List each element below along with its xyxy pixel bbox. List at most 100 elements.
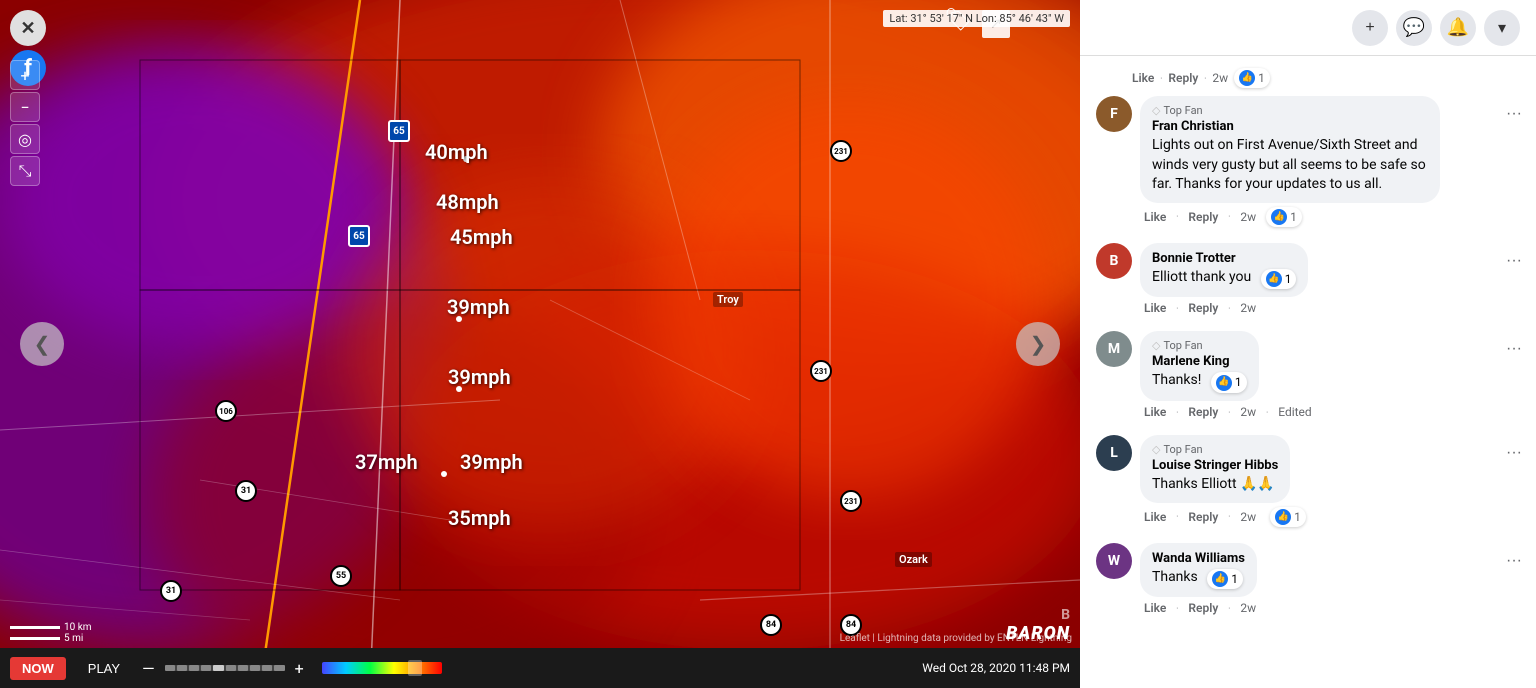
like-icon-top: 👍: [1239, 70, 1255, 86]
like-count-fran: 1: [1290, 210, 1297, 224]
facebook-panel: + 💬 🔔 ▾ Like · Reply · 2w 👍 1 F: [1080, 0, 1536, 688]
comment-text-bonnie: Elliott thank you 👍 1: [1152, 268, 1296, 290]
map-nav-left-button[interactable]: ❮: [20, 322, 64, 366]
comment-actions-bonnie: Like · Reply · 2w: [1144, 301, 1520, 315]
reply-action-wanda[interactable]: Reply: [1188, 601, 1218, 615]
close-button[interactable]: ✕: [10, 10, 46, 46]
avatar-louise: L: [1096, 435, 1132, 471]
comment-body-wanda: Wanda Williams Thanks 👍 1 Like · Reply ·…: [1140, 543, 1520, 616]
play-button[interactable]: PLAY: [76, 657, 132, 680]
avatar-wanda: W: [1096, 543, 1132, 579]
comment-body-fran: ◇ Top Fan Fran Christian Lights out on F…: [1140, 96, 1520, 227]
top-fan-label-marlene: Top Fan: [1163, 339, 1202, 352]
like-count-top: 1: [1258, 71, 1265, 85]
diamond-icon-louise: ◇: [1152, 443, 1160, 456]
messenger-button[interactable]: 💬: [1396, 10, 1432, 46]
commenter-name-marlene[interactable]: Marlene King: [1152, 354, 1247, 369]
like-icon-wanda-inline: 👍: [1212, 571, 1228, 587]
fullscreen-button[interactable]: ⤡: [10, 156, 40, 186]
map-timestamp: Wed Oct 28, 2020 11:48 PM: [922, 661, 1070, 675]
comment-actions-louise: Like · Reply · 2w 👍 1: [1144, 507, 1520, 527]
now-button[interactable]: NOW: [10, 657, 66, 680]
playback-minus-button[interactable]: —: [142, 659, 155, 678]
commenter-name-fran[interactable]: Fran Christian: [1152, 119, 1428, 134]
time-fran: 2w: [1240, 210, 1256, 224]
top-fan-label-fran: Top Fan: [1163, 104, 1202, 117]
like-action-marlene[interactable]: Like: [1144, 405, 1166, 419]
notifications-button[interactable]: 🔔: [1440, 10, 1476, 46]
color-scale-bar: [322, 662, 442, 674]
comment-text-fran: Lights out on First Avenue/Sixth Street …: [1152, 136, 1428, 195]
like-icon-louise: 👍: [1275, 509, 1291, 525]
like-icon-marlene-inline: 👍: [1216, 375, 1232, 391]
commenter-name-bonnie[interactable]: Bonnie Trotter: [1152, 251, 1296, 266]
reply-action-bonnie[interactable]: Reply: [1188, 301, 1218, 315]
top-fan-badge-fran: ◇ Top Fan: [1152, 104, 1428, 117]
zoom-out-button[interactable]: −: [10, 92, 40, 122]
inline-like-wanda: 👍 1: [1207, 569, 1243, 590]
map-coordinates: Lat: 31° 53' 17" N Lon: 85° 46' 43" W: [883, 10, 1070, 27]
inline-like-bonnie: 👍 1: [1261, 269, 1297, 290]
more-button-fran[interactable]: ···: [1500, 100, 1528, 128]
reply-action-marlene[interactable]: Reply: [1188, 405, 1218, 419]
like-bubble-louise: 👍 1: [1270, 507, 1306, 527]
playback-bar[interactable]: [165, 665, 285, 671]
comment-text-marlene: Thanks! 👍 1: [1152, 371, 1247, 393]
add-button[interactable]: +: [1352, 10, 1388, 46]
reply-action-louise[interactable]: Reply: [1188, 510, 1218, 524]
comment-body-bonnie: Bonnie Trotter Elliott thank you 👍 1 Lik…: [1140, 243, 1520, 316]
comment-bubble-bonnie: Bonnie Trotter Elliott thank you 👍 1: [1140, 243, 1308, 298]
time-bonnie: 2w: [1240, 301, 1256, 315]
comment-bubble-fran: ◇ Top Fan Fran Christian Lights out on F…: [1140, 96, 1440, 203]
zoom-in-button[interactable]: +: [10, 60, 40, 90]
comment-bonnie: B Bonnie Trotter Elliott thank you 👍 1 L…: [1080, 235, 1536, 324]
time-marlene: 2w: [1240, 405, 1256, 419]
diamond-icon-fran: ◇: [1152, 104, 1160, 117]
like-bubble-fran: 👍 1: [1266, 207, 1302, 227]
diamond-icon-marlene: ◇: [1152, 339, 1160, 352]
comment-wanda: W Wanda Williams Thanks 👍 1 Like · Reply: [1080, 535, 1536, 624]
map-scale: 10 km 5 mi: [10, 622, 92, 644]
account-menu-button[interactable]: ▾: [1484, 10, 1520, 46]
plus-icon: +: [1365, 19, 1374, 37]
top-fan-badge-marlene: ◇ Top Fan: [1152, 339, 1247, 352]
fb-topbar: + 💬 🔔 ▾: [1080, 0, 1536, 56]
messenger-icon: 💬: [1403, 17, 1425, 38]
time-top: 2w: [1212, 71, 1228, 85]
reply-action-top[interactable]: Reply: [1168, 71, 1198, 85]
commenter-name-louise[interactable]: Louise Stringer Hibbs: [1152, 458, 1278, 473]
comment-louise: L ◇ Top Fan Louise Stringer Hibbs Thanks…: [1080, 427, 1536, 535]
edited-label-marlene: Edited: [1278, 405, 1311, 419]
comment-body-louise: ◇ Top Fan Louise Stringer Hibbs Thanks E…: [1140, 435, 1520, 527]
time-wanda: 2w: [1240, 601, 1256, 615]
comment-bubble-marlene: ◇ Top Fan Marlene King Thanks! 👍 1: [1140, 331, 1259, 401]
comment-marlene: M ◇ Top Fan Marlene King Thanks! 👍 1: [1080, 323, 1536, 427]
map-nav-right-button[interactable]: ❯: [1016, 322, 1060, 366]
playback-plus-button[interactable]: +: [295, 659, 304, 678]
location-button[interactable]: ◎: [10, 124, 40, 154]
comment-actions-marlene: Like · Reply · 2w · Edited: [1144, 405, 1520, 419]
comment-actions-wanda: Like · Reply · 2w: [1144, 601, 1520, 615]
more-button-wanda[interactable]: ···: [1500, 547, 1528, 575]
caret-down-icon: ▾: [1498, 18, 1506, 38]
comment-actions-fran: Like · Reply · 2w 👍 1: [1144, 207, 1520, 227]
comment-bubble-wanda: Wanda Williams Thanks 👍 1: [1140, 543, 1257, 598]
more-button-louise[interactable]: ···: [1500, 439, 1528, 467]
top-fan-badge-louise: ◇ Top Fan: [1152, 443, 1278, 456]
map-zoom-controls: + − ◎ ⤡: [10, 60, 40, 186]
like-action-top[interactable]: Like: [1132, 71, 1154, 85]
comment-text-wanda: Thanks 👍 1: [1152, 568, 1245, 590]
commenter-name-wanda[interactable]: Wanda Williams: [1152, 551, 1245, 566]
avatar-marlene: M: [1096, 331, 1132, 367]
like-action-bonnie[interactable]: Like: [1144, 301, 1166, 315]
avatar-fran: F: [1096, 96, 1132, 132]
comments-feed: Like · Reply · 2w 👍 1 F ◇ Top Fan Fran C…: [1080, 56, 1536, 688]
like-action-wanda[interactable]: Like: [1144, 601, 1166, 615]
like-action-fran[interactable]: Like: [1144, 210, 1166, 224]
reply-action-fran[interactable]: Reply: [1188, 210, 1218, 224]
like-action-louise[interactable]: Like: [1144, 510, 1166, 524]
baron-logo: B BARON: [1006, 607, 1070, 644]
more-button-bonnie[interactable]: ···: [1500, 247, 1528, 275]
more-button-marlene[interactable]: ···: [1500, 335, 1528, 363]
top-like-reply-row: Like · Reply · 2w 👍 1: [1132, 68, 1536, 88]
